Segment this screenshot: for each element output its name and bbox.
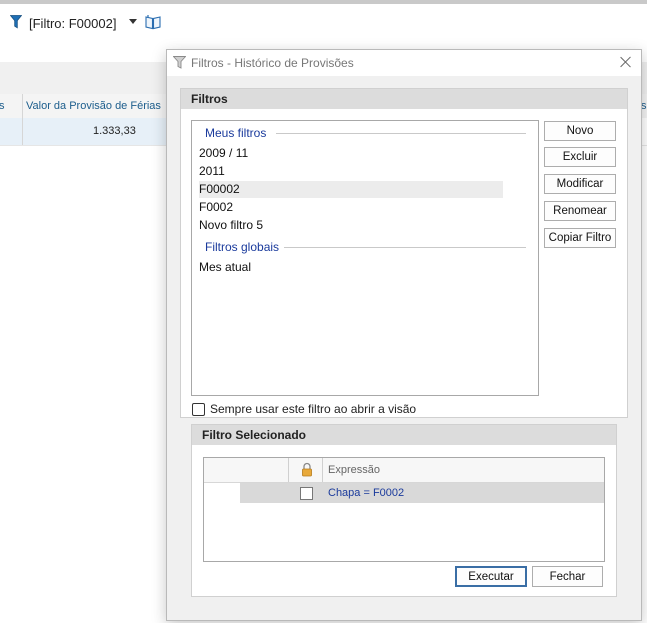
delete-filter-button[interactable]: Excluir: [544, 147, 616, 167]
list-item[interactable]: F0002: [199, 199, 233, 216]
dialog-titlebar[interactable]: Filtros - Histórico de Provisões: [167, 50, 641, 76]
column-separator: [322, 458, 323, 482]
expression-text: Chapa = F0002: [328, 487, 405, 499]
filter-toolbar: [Filtro: F00002]: [0, 4, 647, 40]
list-item[interactable]: 2009 / 11: [199, 145, 248, 162]
grid-column-header[interactable]: Valor da Provisão de Férias: [26, 100, 161, 112]
group-divider: [276, 133, 526, 134]
new-filter-button[interactable]: Novo: [544, 121, 616, 141]
expression-row-checkbox[interactable]: [300, 487, 313, 500]
group-header: Filtros globais: [205, 240, 280, 254]
close-icon[interactable]: [617, 53, 635, 71]
book-icon[interactable]: [144, 14, 162, 30]
table-cell[interactable]: [0, 118, 23, 145]
dialog-title: Filtros - Histórico de Provisões: [191, 56, 354, 70]
expression-grid[interactable]: Expressão Chapa = F0002: [203, 457, 605, 562]
execute-button[interactable]: Executar: [455, 566, 527, 587]
close-button[interactable]: Fechar: [532, 566, 603, 587]
list-item-selected[interactable]: F00002: [199, 181, 503, 198]
expression-column-header[interactable]: Expressão: [328, 464, 380, 476]
table-row[interactable]: Chapa = F0002: [240, 483, 604, 503]
panel-header: Filtros: [181, 89, 627, 109]
table-cell[interactable]: 1.333,33: [23, 118, 173, 145]
grid-column-header[interactable]: s: [0, 100, 5, 112]
active-filter-label[interactable]: [Filtro: F00002]: [29, 16, 116, 31]
always-use-label[interactable]: Sempre usar este filtro ao abrir a visão: [210, 402, 416, 416]
chevron-down-icon[interactable]: [129, 19, 137, 24]
lock-icon: [302, 462, 312, 477]
rename-filter-button[interactable]: Renomear: [544, 201, 616, 221]
provision-value: 1.333,33: [93, 125, 136, 137]
group-header: Meus filtros: [205, 126, 267, 140]
filters-listbox[interactable]: Meus filtros 2009 / 11 2011 F00002 F0002…: [191, 120, 539, 396]
filter-icon: [173, 56, 186, 69]
column-separator: [288, 458, 289, 482]
filters-dialog: Filtros - Histórico de Provisões Filtros…: [166, 49, 642, 621]
always-use-checkbox[interactable]: [192, 403, 205, 416]
list-item[interactable]: Mes atual: [199, 259, 251, 276]
column-separator: [22, 94, 23, 118]
panel-header: Filtro Selecionado: [192, 425, 616, 445]
expression-grid-header: Expressão: [204, 458, 604, 483]
copy-filter-button[interactable]: Copiar Filtro: [544, 228, 616, 248]
modify-filter-button[interactable]: Modificar: [544, 174, 616, 194]
filter-icon[interactable]: [10, 15, 22, 29]
group-divider: [284, 247, 526, 248]
list-item[interactable]: Novo filtro 5: [199, 217, 263, 234]
list-item[interactable]: 2011: [199, 163, 225, 180]
